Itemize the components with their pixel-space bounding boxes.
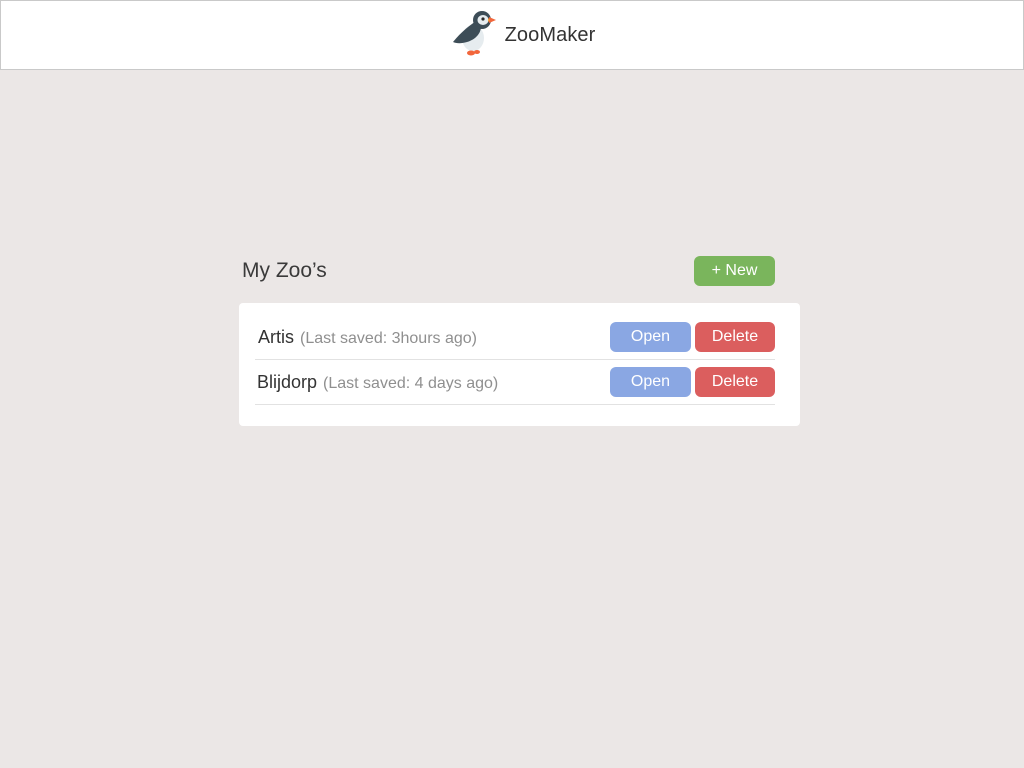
list-item-blijdorp: Blijdorp (Last saved: 4 days ago) Open D… xyxy=(255,360,775,405)
app-header: ZooMaker xyxy=(0,0,1024,70)
zoo-list-header: My Zoo’s + New xyxy=(242,256,775,286)
delete-button[interactable]: Delete xyxy=(695,322,775,352)
new-zoo-button[interactable]: + New xyxy=(694,256,775,286)
page-title: My Zoo’s xyxy=(242,259,327,282)
zoo-info: Artis (Last saved: 3hours ago) xyxy=(255,327,477,348)
open-button[interactable]: Open xyxy=(610,322,691,352)
puffin-icon xyxy=(452,11,496,56)
zoo-info: Blijdorp (Last saved: 4 days ago) xyxy=(255,372,498,393)
zoo-list: Artis (Last saved: 3hours ago) Open Dele… xyxy=(255,315,775,405)
open-button[interactable]: Open xyxy=(610,367,691,397)
last-saved-text: (Last saved: 3hours ago) xyxy=(300,329,477,347)
zoo-name: Artis xyxy=(258,326,294,347)
list-item-artis: Artis (Last saved: 3hours ago) Open Dele… xyxy=(255,315,775,360)
app-title: ZooMaker xyxy=(504,23,596,46)
zoo-name: Blijdorp xyxy=(257,371,318,392)
zoo-actions: Open Delete xyxy=(610,367,775,397)
delete-button[interactable]: Delete xyxy=(695,367,775,397)
last-saved-text: (Last saved: 4 days ago) xyxy=(323,374,499,392)
zoo-actions: Open Delete xyxy=(610,322,775,352)
brand: ZooMaker xyxy=(451,11,596,58)
zoo-list-card: Artis (Last saved: 3hours ago) Open Dele… xyxy=(239,303,800,426)
